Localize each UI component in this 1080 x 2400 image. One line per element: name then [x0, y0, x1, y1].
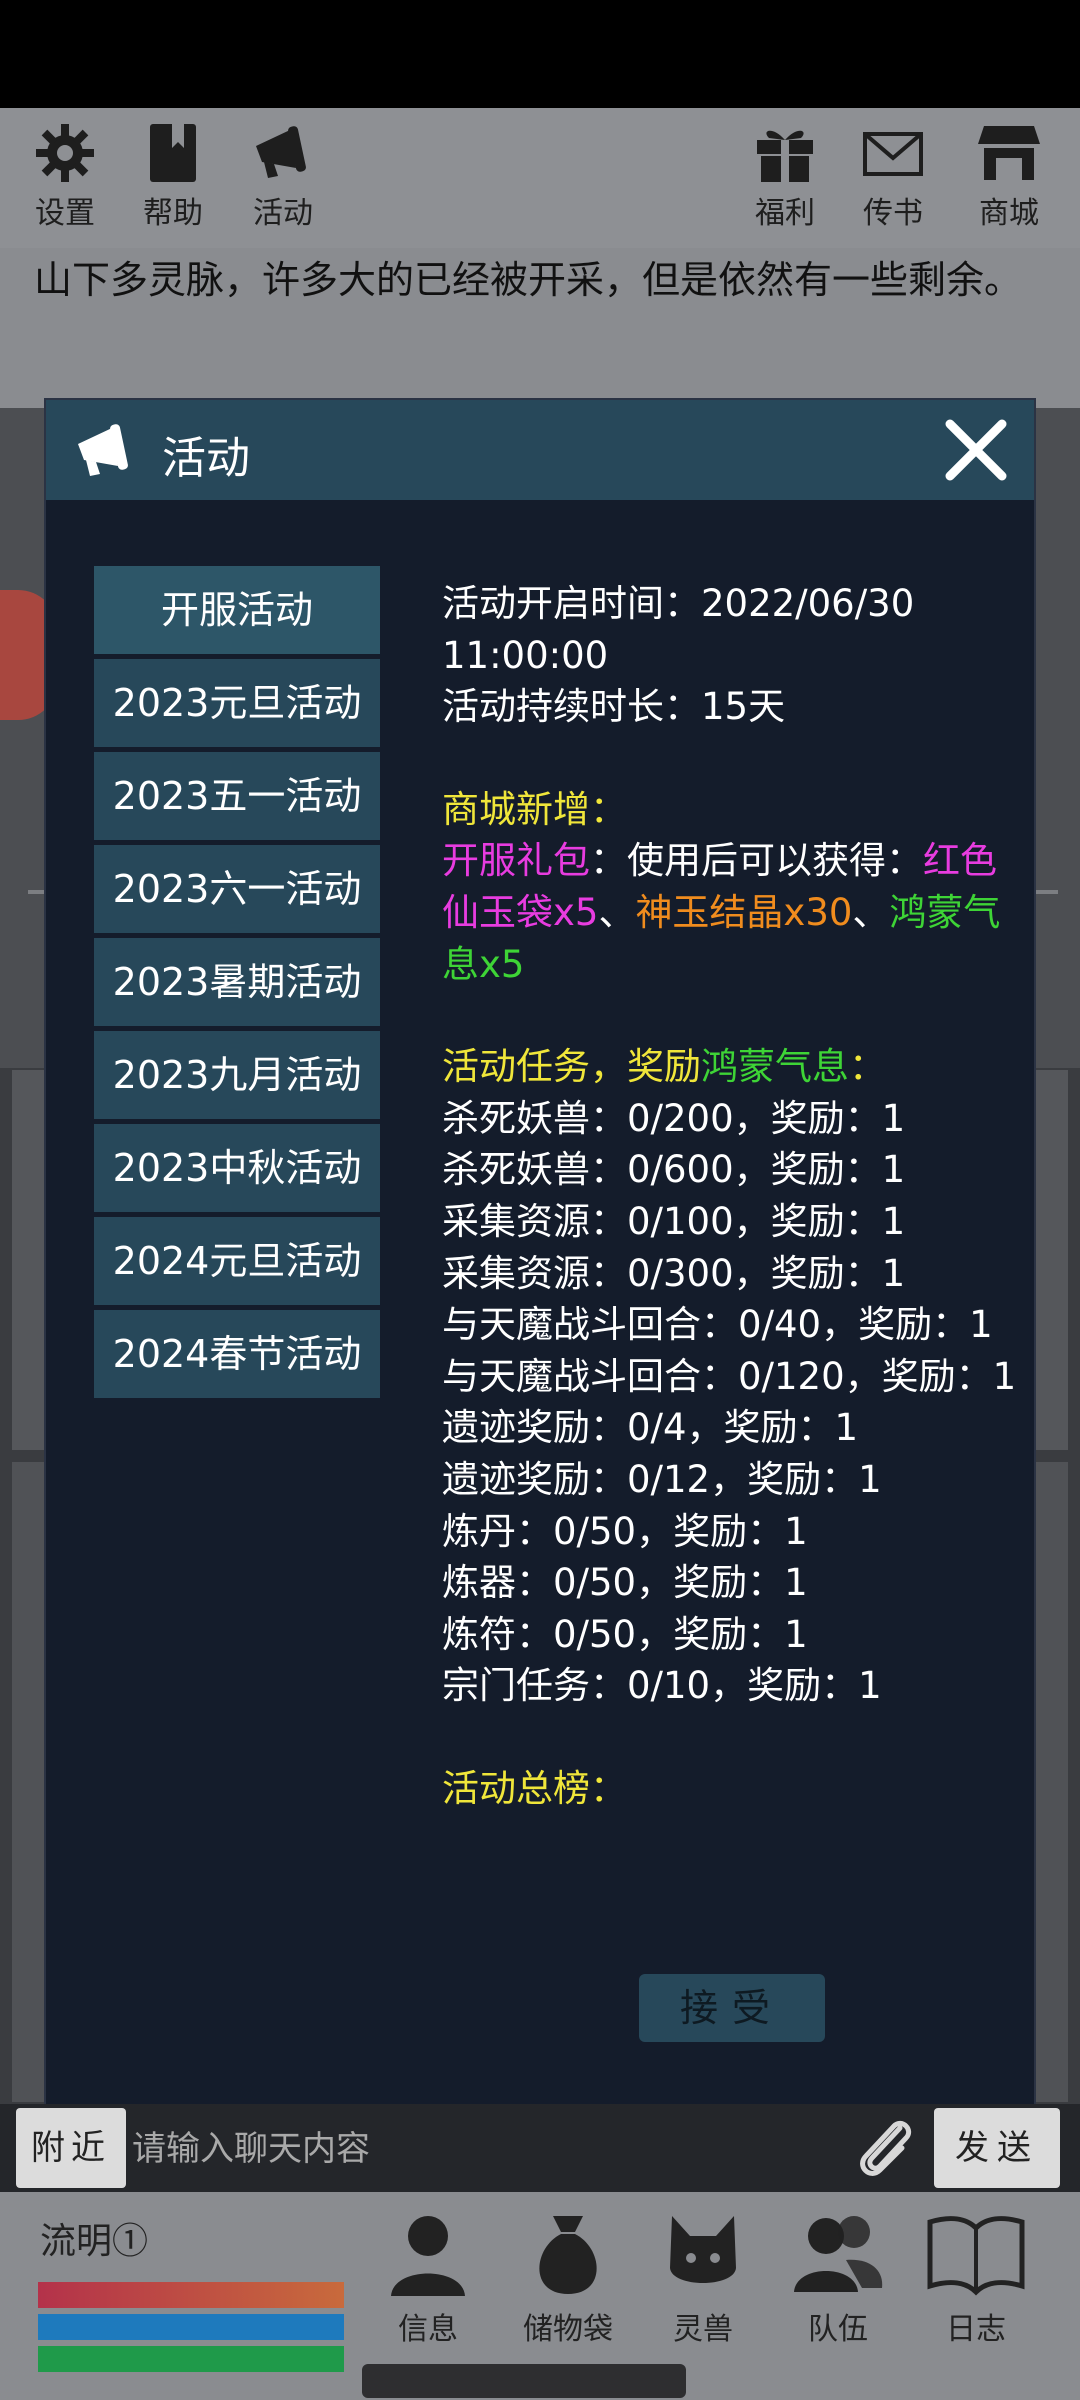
activity-button[interactable]: 活动	[228, 122, 338, 232]
tab-2023-childrens-day[interactable]: 2023六一活动	[94, 845, 380, 933]
chat-input[interactable]	[130, 2108, 834, 2190]
task-line: 遗迹奖励：0/12，奖励：1	[442, 1457, 882, 1501]
tab-opening-event[interactable]: 开服活动	[94, 566, 380, 654]
accept-button[interactable]: 接受	[639, 1974, 825, 2042]
gift-icon	[757, 130, 813, 182]
pack-desc: ：使用后可以获得：	[590, 839, 923, 883]
tab-2023-may-day[interactable]: 2023五一活动	[94, 752, 380, 840]
team-icon	[794, 2216, 883, 2292]
reward-item-jade-crystal: 神玉结晶x30	[635, 890, 853, 934]
attachment-icon[interactable]	[850, 2114, 920, 2180]
dialog-header: 活动	[46, 400, 1034, 500]
help-button[interactable]: 帮助	[118, 122, 228, 232]
task-line: 采集资源：0/300，奖励：1	[442, 1251, 906, 1295]
welfare-button[interactable]: 福利	[730, 122, 840, 232]
megaphone-icon	[256, 126, 306, 178]
cat-icon	[670, 2216, 736, 2283]
welfare-label: 福利	[755, 196, 815, 231]
activity-details[interactable]: 活动开启时间：2022/06/30 11:00:00 活动持续时长：15天 商城…	[442, 578, 1022, 1898]
mail-label: 传书	[863, 196, 923, 231]
megaphone-icon	[78, 424, 128, 476]
nav-storage-bag[interactable]: 储物袋	[508, 2208, 628, 2348]
activity-dialog: 活动 开服活动 2023元旦活动 2023五一活动 2023六一活动 2023暑…	[44, 398, 1036, 2110]
top-toolbar: 设置 帮助 活动 福利 传书 商城	[0, 108, 1080, 248]
help-label: 帮助	[143, 196, 203, 231]
shop-icon	[978, 126, 1040, 180]
task-line: 宗门任务：0/10，奖励：1	[442, 1664, 882, 1708]
gear-icon	[36, 124, 94, 182]
task-line: 杀死妖兽：0/600，奖励：1	[442, 1148, 906, 1192]
nav-spirit-beast[interactable]: 灵兽	[643, 2208, 763, 2348]
duration-text: 活动持续时长：15天	[442, 685, 786, 729]
mail-icon	[863, 132, 923, 176]
tab-2023-summer[interactable]: 2023暑期活动	[94, 938, 380, 1026]
nav-info-label: 信息	[398, 2312, 458, 2347]
tab-2024-new-year[interactable]: 2024元旦活动	[94, 1217, 380, 1305]
task-line: 与天魔战斗回合：0/120，奖励：1	[442, 1354, 1017, 1398]
task-line: 与天魔战斗回合：0/40，奖励：1	[442, 1303, 993, 1347]
send-button[interactable]: 发送	[934, 2108, 1060, 2188]
nav-spirit-beast-label: 灵兽	[673, 2312, 733, 2347]
shop-pack-line: 开服礼包：使用后可以获得：红色仙玉袋x5、神玉结晶x30、鸿蒙气息x5	[442, 835, 1022, 990]
tab-2023-new-year[interactable]: 2023元旦活动	[94, 659, 380, 747]
status-bar	[0, 0, 1080, 108]
narration-panel: 山下多灵脉，许多大的已经被开采，但是依然有一些剩余。	[0, 248, 1080, 408]
settings-label: 设置	[35, 196, 95, 231]
summary-heading: 活动总榜：	[442, 1766, 627, 1810]
pack-name: 开服礼包	[442, 839, 590, 883]
task-line: 炼器：0/50，奖励：1	[442, 1561, 808, 1605]
shop-heading: 商城新增：	[442, 787, 627, 831]
close-icon[interactable]	[940, 414, 1012, 486]
start-time-text: 活动开启时间：2022/06/30 11:00:00	[442, 582, 915, 677]
separator: 、	[598, 890, 636, 934]
separator: 、	[852, 890, 890, 934]
nav-team-label: 队伍	[808, 2312, 868, 2347]
task-heading-colon: ：	[849, 1045, 886, 1089]
task-heading-text: 活动任务，奖励	[442, 1045, 701, 1089]
character-name: 流明①	[40, 2221, 149, 2262]
task-line: 炼符：0/50，奖励：1	[442, 1612, 808, 1656]
activity-label: 活动	[253, 196, 313, 231]
mana-bar	[38, 2314, 344, 2340]
settings-button[interactable]: 设置	[10, 122, 120, 232]
book-icon	[150, 124, 196, 182]
tab-2023-september[interactable]: 2023九月活动	[94, 1031, 380, 1119]
task-heading: 活动任务，奖励鸿蒙气息：	[442, 1041, 1022, 1093]
pouch-icon	[539, 2216, 597, 2294]
chat-bar: 附近 发送	[0, 2104, 1080, 2192]
chat-channel-button[interactable]: 附近	[16, 2108, 126, 2188]
nav-log[interactable]: 日志	[916, 2208, 1036, 2348]
nav-team[interactable]: 队伍	[778, 2208, 898, 2348]
mail-button[interactable]: 传书	[838, 122, 948, 232]
task-reward-name: 鸿蒙气息	[701, 1045, 849, 1089]
activity-tab-list: 开服活动 2023元旦活动 2023五一活动 2023六一活动 2023暑期活动…	[94, 566, 380, 1403]
health-bar	[38, 2282, 344, 2308]
tab-2023-mid-autumn[interactable]: 2023中秋活动	[94, 1124, 380, 1212]
nav-storage-bag-label: 储物袋	[523, 2312, 613, 2347]
shop-label: 商城	[979, 196, 1039, 231]
shop-button[interactable]: 商城	[954, 122, 1064, 232]
task-line: 遗迹奖励：0/4，奖励：1	[442, 1406, 859, 1450]
tab-2024-spring-festival[interactable]: 2024春节活动	[94, 1310, 380, 1398]
dialog-title: 活动	[162, 433, 250, 484]
task-line: 炼丹：0/50，奖励：1	[442, 1509, 808, 1553]
horizontal-scrollbar[interactable]	[362, 2364, 686, 2398]
nav-log-label: 日志	[946, 2312, 1006, 2347]
stamina-bar	[38, 2346, 344, 2372]
open-book-icon	[927, 2216, 1025, 2296]
person-icon	[391, 2216, 465, 2296]
nav-info[interactable]: 信息	[368, 2208, 488, 2348]
task-line: 采集资源：0/100，奖励：1	[442, 1199, 906, 1243]
narration-text: 山下多灵脉，许多大的已经被开采，但是依然有一些剩余。	[34, 258, 1023, 302]
task-line: 杀死妖兽：0/200，奖励：1	[442, 1096, 906, 1140]
